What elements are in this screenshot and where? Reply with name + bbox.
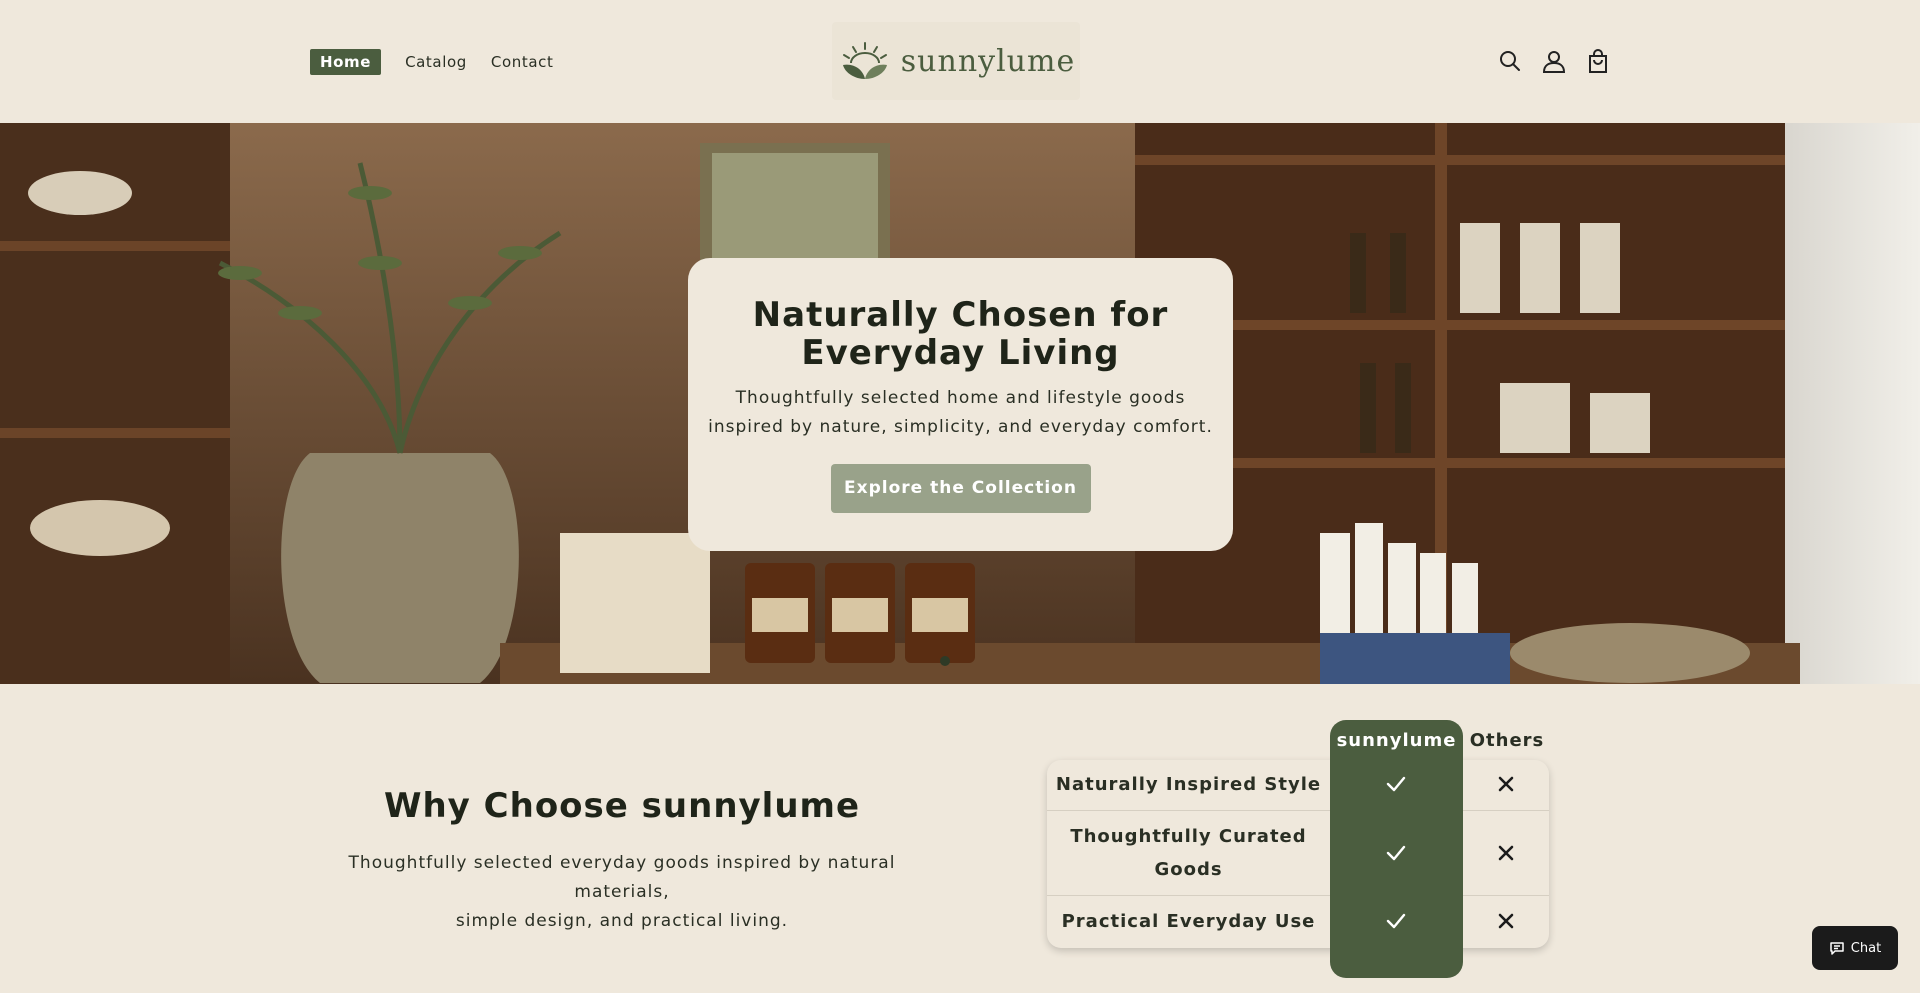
why-description-line2: simple design, and practical living. (455, 911, 789, 931)
sun-leaf-logo-icon (842, 42, 887, 79)
hero-title: Naturally Chosen for Everyday Living (688, 296, 1233, 372)
chat-label: Chat (1850, 940, 1882, 956)
chat-bubble-icon (1830, 942, 1844, 955)
comparison-row-label: Naturally Inspired Style (1055, 774, 1322, 795)
comparison-row-label-line1: Thoughtfully Curated (1070, 826, 1307, 847)
comparison-table: sunnylume Others Naturally Inspired Styl… (1047, 720, 1549, 980)
cart-icon[interactable] (1585, 48, 1611, 74)
hero-subtitle-line1: Thoughtfully selected home and lifestyle… (735, 388, 1186, 408)
why-description-line1: Thoughtfully selected everyday goods ins… (348, 853, 896, 902)
search-icon[interactable] (1497, 48, 1523, 74)
row-divider (1463, 810, 1549, 811)
site-header: Home Catalog Contact sunnylume (0, 0, 1920, 123)
hero-title-line2: Everyday Living (801, 333, 1120, 373)
chat-button[interactable]: Chat (1812, 926, 1898, 970)
nav-home-link[interactable]: Home (310, 49, 382, 75)
cross-icon (1498, 845, 1514, 861)
hero-subtitle-line2: inspired by nature, simplicity, and ever… (708, 417, 1213, 437)
nav-contact-link[interactable]: Contact (491, 53, 554, 71)
hero-banner: Naturally Chosen for Everyday Living Tho… (0, 123, 1920, 684)
check-icon (1386, 913, 1406, 929)
row-divider (1463, 895, 1549, 896)
hero-title-line1: Naturally Chosen for (752, 295, 1169, 335)
row-divider (1047, 895, 1330, 896)
hero-card: Naturally Chosen for Everyday Living Tho… (688, 258, 1233, 551)
row-divider (1047, 810, 1330, 811)
hero-subtitle: Thoughtfully selected home and lifestyle… (688, 384, 1233, 442)
check-icon (1386, 845, 1406, 861)
slide-indicator-dot[interactable] (940, 656, 950, 666)
comparison-header-brand: sunnylume (1336, 730, 1457, 751)
header-actions (1497, 48, 1629, 74)
why-description: Thoughtfully selected everyday goods ins… (300, 849, 944, 936)
comparison-row-label: Thoughtfully Curated Goods (1047, 820, 1330, 886)
cross-icon (1498, 913, 1514, 929)
brand-name: sunnylume (900, 43, 1076, 79)
brand-logo[interactable]: sunnylume (832, 22, 1080, 100)
cross-icon (1498, 776, 1514, 792)
account-icon[interactable] (1541, 48, 1567, 74)
comparison-header-others: Others (1469, 730, 1545, 751)
check-icon (1386, 776, 1406, 792)
why-title: Why Choose sunnylume (383, 786, 861, 826)
comparison-row-label-line2: Goods (1154, 859, 1223, 880)
comparison-row-label: Practical Everyday Use (1061, 911, 1316, 932)
main-nav: Home Catalog Contact (310, 49, 577, 75)
explore-collection-button[interactable]: Explore the Collection (830, 464, 1091, 513)
nav-catalog-link[interactable]: Catalog (405, 53, 467, 71)
